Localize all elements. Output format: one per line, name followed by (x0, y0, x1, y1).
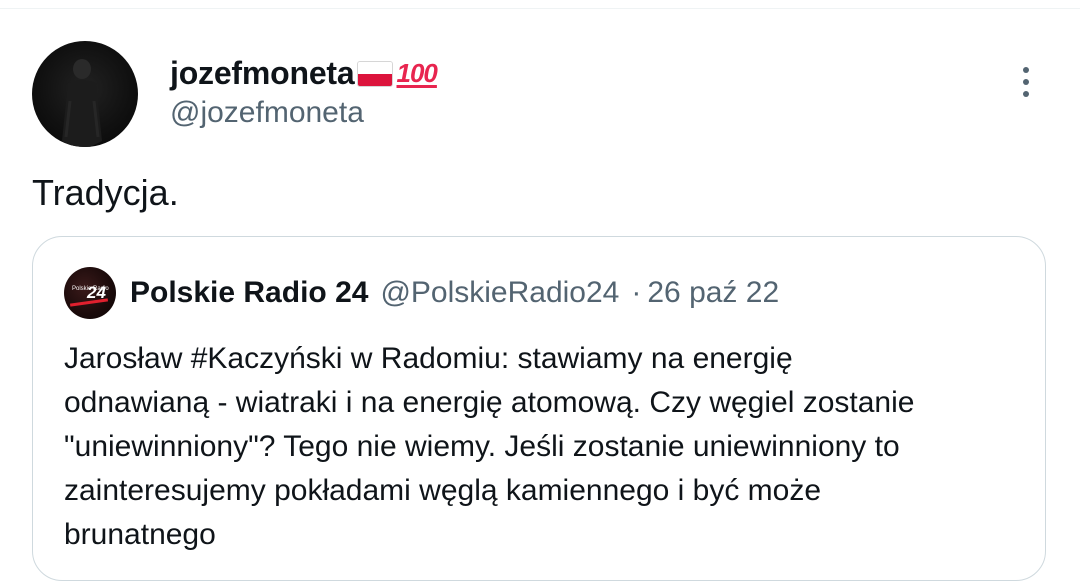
avatar-silhouette-icon (62, 59, 102, 147)
quoted-author-handle[interactable]: @PolskieRadio24 (380, 274, 619, 312)
quoted-tweet-header: Polskie Radio 24 @PolskieRadio24 · 26 pa… (130, 274, 779, 312)
quoted-body-line: odnawianą - wiatraki i na energię atomow… (64, 386, 915, 419)
quoted-author-name[interactable]: Polskie Radio 24 (130, 274, 368, 312)
quoted-body-line: Jarosław #Kaczyński w Radomiu: stawiamy … (64, 342, 793, 375)
quoted-author-avatar[interactable]: Polskie Radio 24 (64, 267, 116, 319)
quoted-tweet-date[interactable]: 26 paź 22 (647, 274, 779, 312)
quoted-body-line: "uniewinniony"? Tego nie wiemy. Jeśli zo… (64, 430, 900, 463)
tweet-text: Tradycja. (32, 172, 179, 213)
more-options-button[interactable] (1008, 62, 1044, 102)
hundred-points-icon: 100 (396, 57, 438, 88)
header-separator: · (631, 276, 642, 309)
quoted-tweet-body: Jarosław #Kaczyński w Radomiu: stawiamy … (64, 337, 1024, 557)
author-name-row[interactable]: jozefmoneta 100 (170, 53, 438, 93)
author-avatar[interactable] (32, 41, 138, 147)
author-display-name[interactable]: jozefmoneta (170, 55, 355, 92)
flag-poland-icon (356, 61, 393, 87)
top-divider (0, 8, 1080, 9)
quoted-body-line: zainteresujemy pokładami węglą kamienneg… (64, 474, 822, 507)
quoted-body-line: brunatnego (64, 518, 216, 551)
author-handle[interactable]: @jozefmoneta (170, 96, 364, 130)
more-dots-vertical-icon (1023, 67, 1029, 73)
